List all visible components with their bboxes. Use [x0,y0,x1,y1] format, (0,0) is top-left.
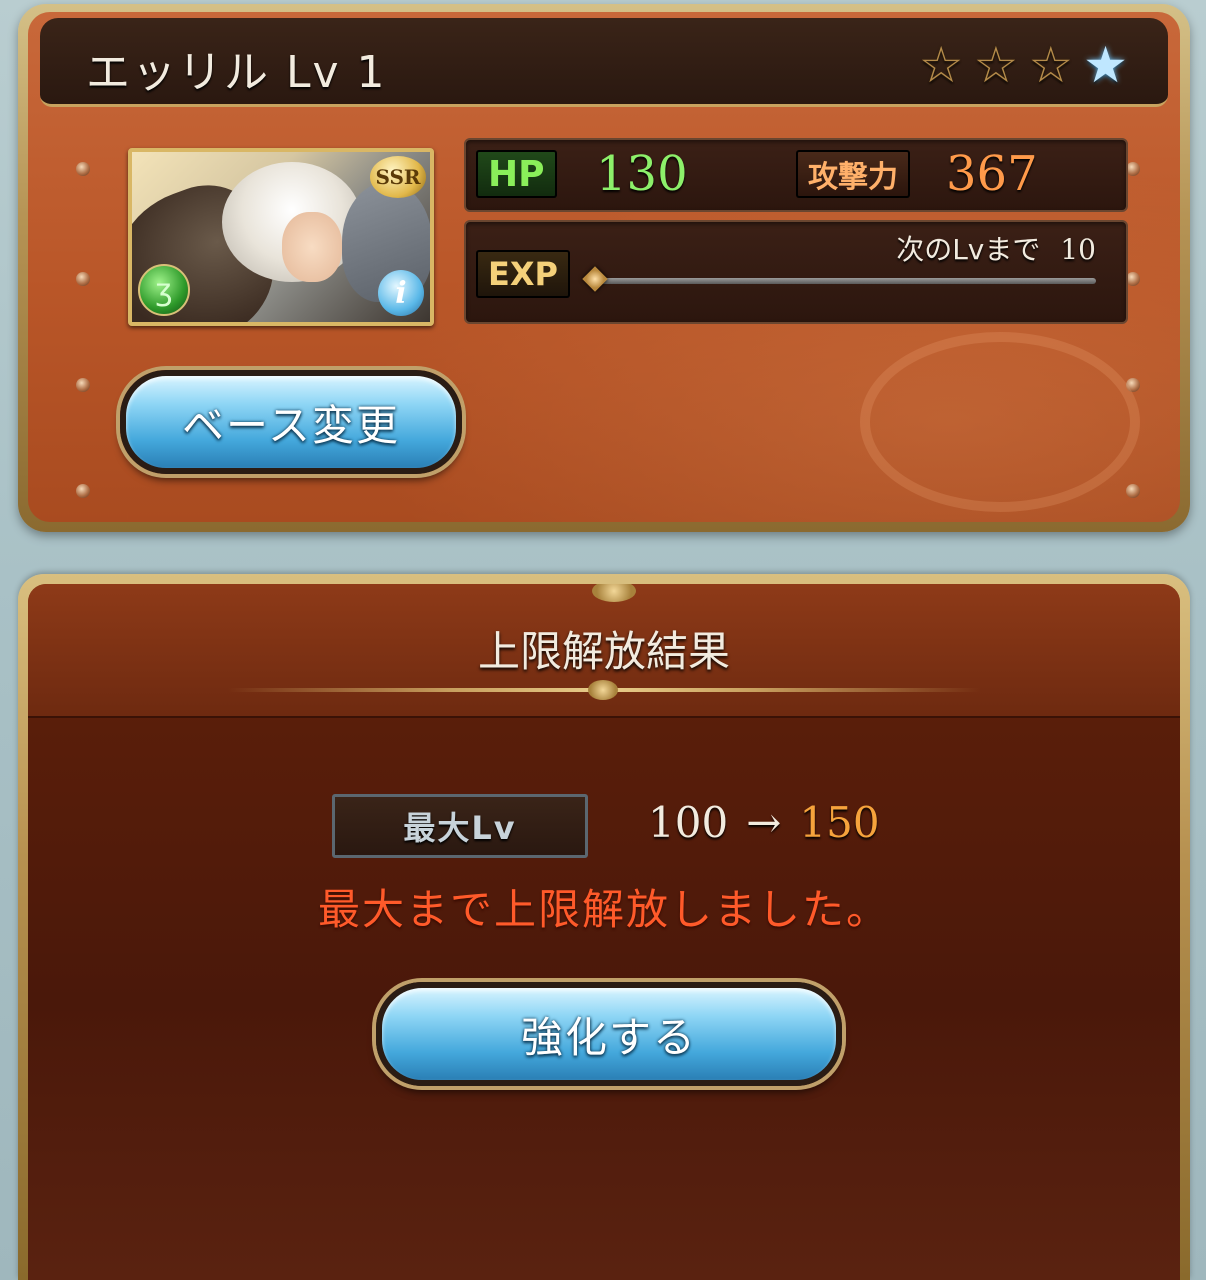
next-level-value: 10 [1060,233,1096,266]
title-bar: エッリル Lv 1 ☆ ☆ ☆ ★ [40,18,1168,107]
level-cap-change: 100 → 150 [648,798,880,847]
header-ornament [592,584,636,602]
arrow-right-icon: → [746,798,782,847]
to-level: 150 [799,798,880,847]
character-panel: エッリル Lv 1 ☆ ☆ ☆ ★ SSR ʒ i HP 130 攻撃力 367… [18,4,1190,532]
rivet-decoration [1126,272,1140,286]
divider-ornament [588,680,618,700]
ssr-badge: SSR [370,156,426,198]
portrait-art-face [282,212,342,282]
enhance-button[interactable]: 強化する [376,982,842,1086]
max-level-label: 最大Lv [332,794,588,858]
attack-label: 攻撃力 [796,150,910,198]
wind-element-icon: ʒ [138,264,190,316]
rivet-decoration [76,162,90,176]
info-icon[interactable]: i [378,270,424,316]
uncap-complete-message: 最大まで上限解放しました。 [317,885,890,934]
star-icon: ☆ [918,36,964,94]
result-header: 上限解放結果 [28,584,1180,718]
swirl-ornament [860,332,1140,512]
star-icon: ☆ [1028,36,1074,94]
base-change-button[interactable]: ベース変更 [120,370,462,474]
exp-box: EXP 次のLvまで 10 [464,220,1128,324]
star-icon: ☆ [973,36,1019,94]
character-name-level: エッリル Lv 1 [86,47,387,98]
rivet-decoration [1126,484,1140,498]
hp-value: 130 [596,146,688,202]
character-panel-body: エッリル Lv 1 ☆ ☆ ☆ ★ SSR ʒ i HP 130 攻撃力 367… [28,12,1180,522]
rivet-decoration [76,378,90,392]
exp-label: EXP [476,250,570,298]
rivet-decoration [76,484,90,498]
next-level-label: 次のLvまで [896,233,1041,266]
stats-box: HP 130 攻撃力 367 [464,138,1128,212]
result-panel-body: 上限解放結果 最大Lv 100 → 150 最大まで上限解放しました。 強化する [28,584,1180,1280]
result-panel: 上限解放結果 最大Lv 100 → 150 最大まで上限解放しました。 強化する [18,574,1190,1280]
from-level: 100 [648,798,729,847]
attack-value: 367 [946,146,1038,202]
character-portrait[interactable]: SSR ʒ i [128,148,434,326]
hp-label: HP [476,150,557,198]
rarity-stars: ☆ ☆ ☆ ★ [919,40,1128,90]
exp-bar-knob [582,266,608,292]
star-icon-active: ★ [1083,36,1128,94]
next-level-info: 次のLvまで 10 [896,228,1096,268]
rivet-decoration [76,272,90,286]
result-title: 上限解放結果 [477,627,730,676]
exp-bar [594,278,1096,284]
rivet-decoration [1126,162,1140,176]
